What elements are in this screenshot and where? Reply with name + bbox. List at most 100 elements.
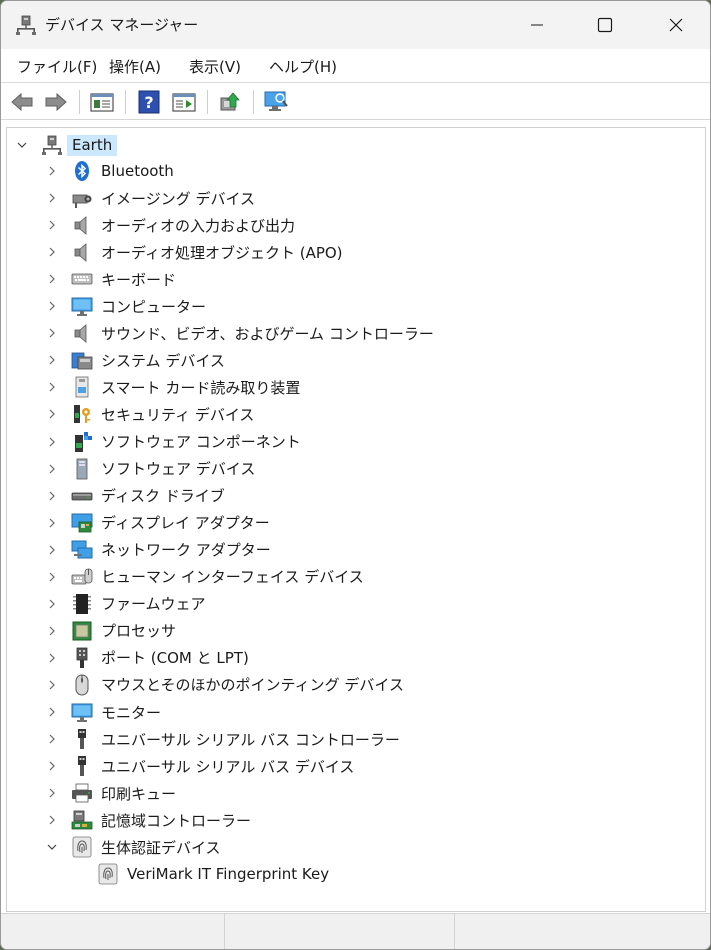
menu-file[interactable]: ファイル(F) <box>17 56 97 77</box>
help-icon[interactable]: ? <box>136 89 162 115</box>
keyboard-icon <box>71 273 93 285</box>
tree-device[interactable]: VeriMark IT Fingerprint Key <box>97 861 329 887</box>
tree-category[interactable]: Bluetooth <box>45 158 174 184</box>
tree-category[interactable]: サウンド、ビデオ、およびゲーム コントローラー <box>45 320 434 346</box>
fingerprint-icon <box>72 836 92 858</box>
chevron-right-icon[interactable] <box>45 678 59 692</box>
tree-category[interactable]: ヒューマン インターフェイス デバイス <box>45 564 364 590</box>
chevron-right-icon[interactable] <box>45 651 59 665</box>
close-button[interactable] <box>641 1 710 49</box>
chevron-right-icon[interactable] <box>45 705 59 719</box>
printer-icon <box>72 783 92 803</box>
software-component-icon <box>75 431 92 452</box>
minimize-button[interactable] <box>502 1 572 49</box>
chevron-right-icon[interactable] <box>45 191 59 205</box>
tree-category-label: ソフトウェア デバイス <box>101 460 256 479</box>
device-tree[interactable]: Earth Bluetooth イメージング デバイス オーディオの入力および出力オ… <box>6 127 706 912</box>
chevron-right-icon[interactable] <box>45 299 59 313</box>
chevron-right-icon[interactable] <box>45 624 59 638</box>
tree-category-label: ユニバーサル シリアル バス コントローラー <box>101 730 400 749</box>
tree-category[interactable]: ポート (COM と LPT) <box>45 645 249 671</box>
tree-category[interactable]: ユニバーサル シリアル バス デバイス <box>45 753 354 779</box>
view-pane-icon[interactable] <box>171 89 197 115</box>
tree-category-label: マウスとそのほかのポインティング デバイス <box>101 676 404 695</box>
menu-action[interactable]: 操作(A) <box>109 56 161 77</box>
tree-category-label: プロセッサ <box>101 622 177 641</box>
tree-category[interactable]: ディスク ドライブ <box>45 483 225 509</box>
chevron-down-icon[interactable] <box>15 138 29 152</box>
chevron-right-icon[interactable] <box>45 759 59 773</box>
chevron-right-icon[interactable] <box>45 786 59 800</box>
tree-category[interactable]: モニター <box>45 699 161 725</box>
status-bar <box>1 913 710 949</box>
chevron-right-icon[interactable] <box>45 245 59 259</box>
back-arrow-icon[interactable] <box>9 89 35 115</box>
tree-category-label: システム デバイス <box>101 351 225 370</box>
scan-hardware-icon[interactable] <box>263 89 289 115</box>
tree-category[interactable]: プロセッサ <box>45 618 176 644</box>
chevron-right-icon[interactable] <box>45 435 59 449</box>
usb-icon <box>78 756 86 777</box>
computer-network-icon <box>42 135 62 155</box>
tree-category[interactable]: システム デバイス <box>45 347 225 373</box>
tree-root-label: Earth <box>67 134 118 156</box>
chevron-right-icon[interactable] <box>45 570 59 584</box>
maximize-button[interactable] <box>570 1 640 49</box>
tree-category[interactable]: コンピューター <box>45 293 206 319</box>
processor-icon <box>72 621 92 641</box>
tree-category[interactable]: 印刷キュー <box>45 780 176 806</box>
toolbar: ? <box>1 84 710 120</box>
chevron-right-icon[interactable] <box>45 380 59 394</box>
tree-category-label: Bluetooth <box>101 162 174 180</box>
chevron-right-icon[interactable] <box>45 218 59 232</box>
speaker-icon <box>74 216 87 235</box>
speaker-icon <box>74 324 87 344</box>
chevron-right-icon[interactable] <box>45 462 59 476</box>
menu-view[interactable]: 表示(V) <box>189 56 241 77</box>
software-device-icon <box>76 458 88 479</box>
tree-category[interactable]: ソフトウェア コンポーネント <box>45 429 301 455</box>
port-icon <box>76 647 88 668</box>
tree-category[interactable]: イメージング デバイス <box>45 185 255 211</box>
tree-category-label: ファームウェア <box>101 595 206 614</box>
chevron-right-icon[interactable] <box>45 326 59 340</box>
monitor-icon <box>71 703 93 722</box>
chevron-right-icon[interactable] <box>45 353 59 367</box>
network-adapter-icon <box>71 540 93 559</box>
tree-category[interactable]: ネットワーク アダプター <box>45 537 271 563</box>
chevron-right-icon[interactable] <box>45 407 59 421</box>
chevron-right-icon[interactable] <box>45 164 59 178</box>
chevron-right-icon[interactable] <box>45 597 59 611</box>
title-bar[interactable]: デバイス マネージャー <box>1 1 710 49</box>
tree-category[interactable]: キーボード <box>45 266 176 292</box>
tree-category-label: モニター <box>101 703 162 722</box>
tree-category[interactable]: 記憶域コントローラー <box>45 807 251 833</box>
menu-help[interactable]: ヘルプ(H) <box>269 56 337 77</box>
tree-category[interactable]: マウスとそのほかのポインティング デバイス <box>45 672 404 698</box>
properties-icon[interactable] <box>89 89 115 115</box>
usb-icon <box>78 729 86 750</box>
chevron-right-icon[interactable] <box>45 272 59 286</box>
chevron-right-icon[interactable] <box>45 516 59 530</box>
tree-category[interactable]: オーディオ処理オブジェクト (APO) <box>45 239 343 265</box>
tree-category[interactable]: オーディオの入力および出力 <box>45 212 295 238</box>
security-key-icon <box>74 405 90 424</box>
tree-category[interactable]: スマート カード読み取り装置 <box>45 374 300 400</box>
update-driver-icon[interactable] <box>217 89 243 115</box>
status-pane <box>1 914 225 949</box>
tree-root-earth[interactable]: Earth <box>15 132 118 158</box>
forward-arrow-icon[interactable] <box>43 89 69 115</box>
chevron-right-icon[interactable] <box>45 489 59 503</box>
tree-category[interactable]: ソフトウェア デバイス <box>45 456 255 482</box>
tree-category-label: ソフトウェア コンポーネント <box>101 433 301 451</box>
chevron-right-icon[interactable] <box>45 543 59 557</box>
tree-category[interactable]: ユニバーサル シリアル バス コントローラー <box>45 726 400 752</box>
tree-category[interactable]: ディスプレイ アダプター <box>45 510 270 536</box>
chevron-right-icon[interactable] <box>45 813 59 827</box>
chevron-right-icon[interactable] <box>45 732 59 746</box>
tree-category-label: 生体認証デバイス <box>101 838 221 857</box>
tree-category[interactable]: セキュリティ デバイス <box>45 401 254 427</box>
tree-category[interactable]: 生体認証デバイス <box>45 834 221 860</box>
chevron-down-icon[interactable] <box>45 840 59 854</box>
tree-category[interactable]: ファームウェア <box>45 591 206 617</box>
